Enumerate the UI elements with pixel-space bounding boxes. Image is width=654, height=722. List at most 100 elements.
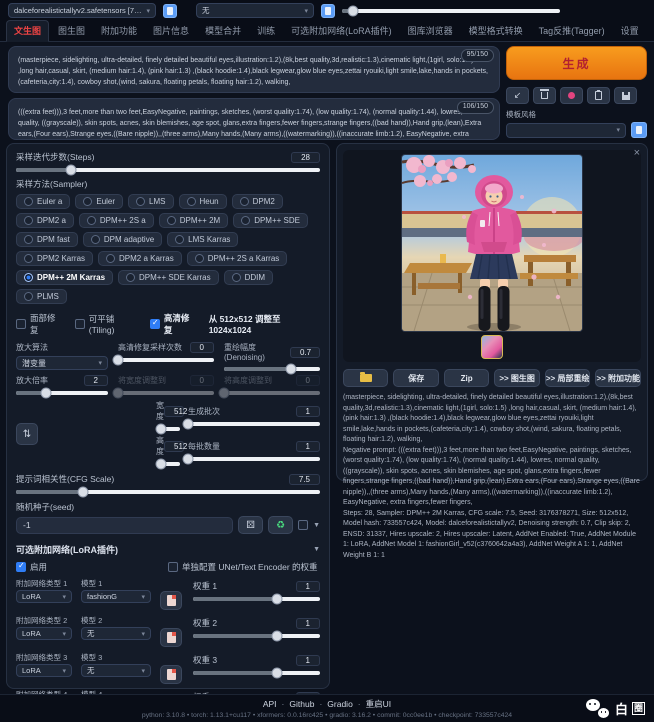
negative-prompt-input[interactable]: 106/150 (((extra feet))),3 feet,more tha… — [8, 98, 500, 140]
sampler-option-euler[interactable]: Euler — [75, 194, 123, 209]
slider-handle[interactable] — [183, 418, 194, 429]
slider-handle[interactable] — [271, 631, 282, 642]
sampler-option-heun[interactable]: Heun — [179, 194, 227, 209]
github-link[interactable]: Github — [277, 699, 315, 709]
tab-txt2img[interactable]: 文生图 — [6, 20, 49, 42]
lora-separate-weights-checkbox[interactable]: 单独配置 UNet/Text Encoder 的权重 — [168, 561, 318, 573]
sampler-option-dpm2-a-karras[interactable]: DPM2 a Karras — [98, 251, 182, 266]
height-slider[interactable] — [156, 462, 180, 466]
sampler-option-dpmpp-2s-a[interactable]: DPM++ 2S a — [79, 213, 154, 228]
tab-additional-networks[interactable]: 可选附加网络(LoRA插件) — [284, 21, 399, 41]
style-select[interactable]: ▾ — [506, 123, 626, 138]
slider-handle[interactable] — [286, 364, 297, 375]
lora-weight-value-2[interactable]: 1 — [296, 618, 320, 629]
sampler-option-dpm2-karras[interactable]: DPM2 Karras — [16, 251, 93, 266]
close-icon[interactable]: × — [634, 147, 640, 159]
sampler-option-dpm-adaptive[interactable]: DPM adaptive — [83, 232, 162, 247]
reload-ui-link[interactable]: 重启UI — [353, 699, 391, 709]
batch-size-slider[interactable] — [188, 457, 320, 461]
restore-faces-checkbox[interactable]: 面部修复 — [16, 312, 62, 336]
sampler-option-dpm2[interactable]: DPM2 — [232, 194, 283, 209]
refresh-model-button[interactable] — [163, 4, 177, 18]
lora-enable-checkbox[interactable]: 启用 — [16, 561, 168, 573]
prompt-input[interactable]: 95/150 (masterpiece, sidelighting, ultra… — [8, 46, 500, 93]
width-slider[interactable] — [156, 427, 180, 431]
batch-count-value[interactable]: 1 — [296, 406, 320, 417]
slider-handle[interactable] — [41, 388, 52, 399]
lora-model-select-3[interactable]: 无▾ — [81, 664, 151, 677]
hires-steps-slider[interactable] — [118, 358, 214, 362]
cfg-value[interactable]: 7.5 — [289, 474, 320, 485]
sampler-option-dpmpp-sde[interactable]: DPM++ SDE — [233, 213, 308, 228]
cfg-slider[interactable] — [16, 490, 320, 494]
lora-type-select-1[interactable]: LoRA▾ — [16, 590, 72, 603]
tab-model-converter[interactable]: 模型格式转换 — [462, 21, 530, 41]
upscale-by-value[interactable]: 2 — [84, 375, 108, 386]
lora-model-info-button-1[interactable] — [160, 591, 182, 610]
hires-steps-value[interactable]: 0 — [190, 342, 214, 353]
sampler-option-euler-a[interactable]: Euler a — [16, 194, 70, 209]
tab-img2img[interactable]: 图生图 — [51, 21, 92, 41]
lora-model-select-2[interactable]: 无▾ — [81, 627, 151, 640]
send-to-extras-button[interactable]: >> 附加功能 — [595, 369, 641, 387]
random-seed-button[interactable]: ⚄ — [238, 516, 263, 534]
slider-handle[interactable] — [156, 459, 167, 470]
lora-weight-slider-1[interactable] — [193, 597, 320, 601]
swap-dimensions-button[interactable]: ⇅ — [16, 423, 38, 445]
steps-value[interactable]: 28 — [291, 152, 320, 163]
extra-networks-button[interactable] — [560, 87, 583, 104]
sampler-option-dpmpp-2m[interactable]: DPM++ 2M — [159, 213, 228, 228]
refresh-vae-button[interactable] — [321, 4, 335, 18]
slider-handle[interactable] — [271, 594, 282, 605]
steps-slider[interactable] — [16, 168, 320, 172]
tab-png-info[interactable]: 图片信息 — [146, 21, 196, 41]
batch-count-slider[interactable] — [188, 422, 320, 426]
reuse-seed-button[interactable]: ♻ — [268, 516, 293, 534]
tab-train[interactable]: 训练 — [250, 21, 282, 41]
sampler-option-dpmpp-2s-a-karras[interactable]: DPM++ 2S a Karras — [187, 251, 288, 266]
open-folder-button[interactable] — [343, 369, 388, 387]
generate-button[interactable]: 生成 — [506, 46, 647, 80]
slider-handle[interactable] — [183, 453, 194, 464]
clip-skip-slider[interactable] — [342, 4, 560, 18]
batch-size-value[interactable]: 1 — [296, 441, 320, 452]
vae-select[interactable]: 无 ▾ — [196, 3, 314, 18]
sampler-option-dpmpp-2m-karras[interactable]: DPM++ 2M Karras — [16, 270, 113, 285]
api-link[interactable]: API — [263, 699, 277, 709]
tab-checkpoint-merger[interactable]: 模型合并 — [198, 21, 248, 41]
tab-extensions[interactable]: 扩展 — [648, 21, 654, 41]
tab-tagger[interactable]: Tag反推(Tagger) — [532, 21, 612, 41]
sampler-option-lms[interactable]: LMS — [128, 194, 173, 209]
sampler-option-dpm2-a[interactable]: DPM2 a — [16, 213, 74, 228]
lora-weight-slider-3[interactable] — [193, 671, 320, 675]
slider-handle[interactable] — [347, 5, 358, 16]
zip-button[interactable]: Zip — [444, 369, 489, 387]
upscaler-select[interactable]: 潜变量 ▾ — [16, 356, 108, 370]
tab-settings[interactable]: 设置 — [614, 21, 646, 41]
lora-weight-value-1[interactable]: 1 — [296, 581, 320, 592]
lora-model-info-button-3[interactable] — [160, 665, 182, 684]
lora-weight-slider-2[interactable] — [193, 634, 320, 638]
lora-model-info-button-2[interactable] — [160, 628, 182, 647]
send-to-img2img-button[interactable]: >> 图生图 — [494, 369, 539, 387]
sampler-option-dpmpp-sde-karras[interactable]: DPM++ SDE Karras — [118, 270, 219, 285]
model-select[interactable]: dalceforealistictallyv2.safetensors [733… — [8, 3, 156, 18]
sampler-option-ddim[interactable]: DDIM — [224, 270, 273, 285]
tab-image-browser[interactable]: 图库浏览器 — [401, 21, 460, 41]
denoising-slider[interactable] — [224, 367, 320, 371]
sampler-option-plms[interactable]: PLMS — [16, 289, 67, 304]
send-to-inpaint-button[interactable]: >> 局部重绘 — [545, 369, 591, 387]
restore-prompt-button[interactable]: ↙ — [506, 87, 529, 104]
lora-type-select-2[interactable]: LoRA▾ — [16, 627, 72, 640]
extra-seed-checkbox[interactable] — [298, 520, 308, 530]
tab-extras[interactable]: 附加功能 — [94, 21, 144, 41]
hires-fix-checkbox[interactable]: 高清修复 — [150, 312, 196, 336]
lora-accordion-header[interactable]: 可选附加网络(LoRA插件) ▼ — [16, 543, 320, 556]
refresh-styles-button[interactable] — [631, 122, 647, 138]
slider-handle[interactable] — [77, 487, 88, 498]
save-button[interactable]: 保存 — [393, 369, 438, 387]
height-value[interactable]: 512 — [164, 441, 184, 452]
slider-handle[interactable] — [271, 668, 282, 679]
upscale-by-slider[interactable] — [16, 391, 108, 395]
gallery-thumbnail[interactable] — [481, 335, 503, 359]
